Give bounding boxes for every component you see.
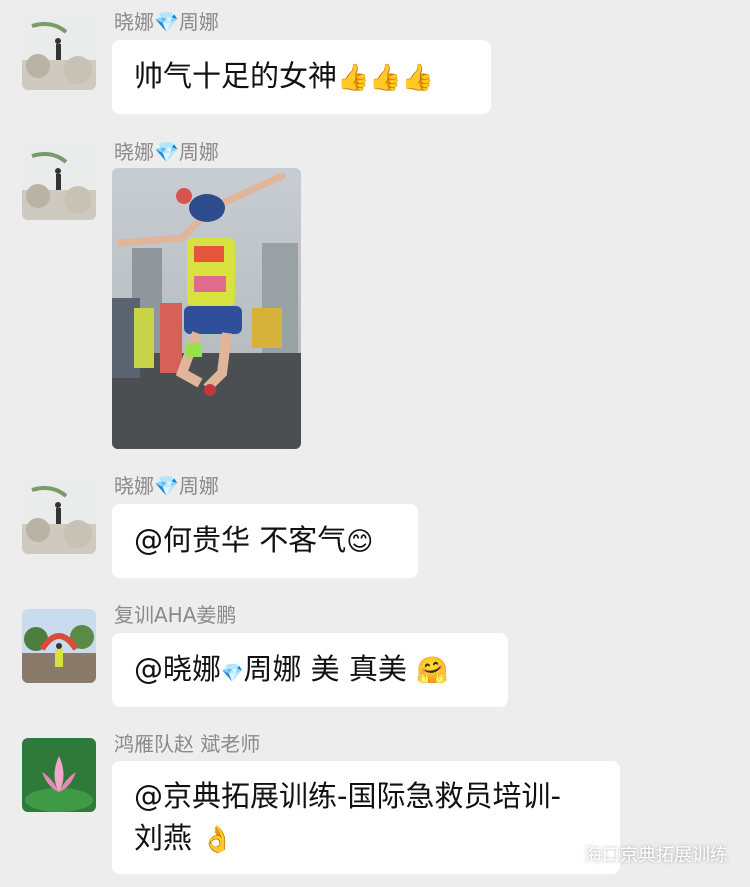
sender-name: 复训AHA姜鹏	[114, 603, 237, 627]
wechat-icon	[550, 845, 575, 863]
message-text-suffix: 周娜 美 真美	[243, 652, 407, 686]
message-bubble[interactable]: @晓娜💎周娜 美 真美 🤗	[112, 633, 508, 707]
thumbs-up-icon: 👍👍👍	[337, 63, 435, 93]
message-text-prefix: @晓娜	[134, 652, 222, 686]
chat-message: 晓娜💎周娜	[0, 130, 750, 460]
message-bubble[interactable]: @何贵华 不客气😊	[112, 504, 418, 578]
avatar[interactable]	[22, 16, 96, 90]
chat-message: 晓娜💎周娜 @何贵华 不客气😊	[0, 466, 750, 586]
chat-message: 晓娜💎周娜 帅气十足的女神👍👍👍	[0, 0, 750, 120]
watermark: 海口京典拓展训练	[550, 841, 728, 867]
gem-icon: 💎	[221, 663, 244, 684]
avatar-image-lotus	[22, 738, 96, 812]
avatar-image-rocks	[22, 480, 96, 554]
chat-message: 复训AHA姜鹏 @晓娜💎周娜 美 真美 🤗	[0, 595, 750, 715]
message-text-line-2: 刘燕	[134, 821, 193, 855]
watermark-text: 海口京典拓展训练	[584, 845, 728, 866]
chat-page: 晓娜💎周娜 帅气十足的女神👍👍👍 晓娜💎周娜 晓娜💎周娜 @何贵华 不客气😊 复…	[0, 0, 750, 887]
message-photo[interactable]	[112, 168, 301, 449]
sender-name: 鸿雁队赵 斌老师	[114, 732, 261, 756]
message-bubble[interactable]: @京典拓展训练-国际急救员培训- 刘燕 👌	[112, 761, 620, 874]
message-text: @何贵华 不客气	[134, 523, 347, 557]
sender-name: 晓娜💎周娜	[114, 474, 219, 498]
hug-face-icon: 🤗	[416, 656, 449, 686]
runner-photo	[112, 168, 301, 449]
avatar-image-runner	[22, 609, 96, 683]
message-text-line-1: @京典拓展训练-国际急救员培训-	[134, 779, 561, 813]
avatar[interactable]	[22, 146, 96, 220]
avatar[interactable]	[22, 738, 96, 812]
message-bubble[interactable]: 帅气十足的女神👍👍👍	[112, 40, 491, 114]
ok-hand-icon: 👌	[201, 825, 234, 855]
avatar-image-rocks	[22, 16, 96, 90]
sender-name: 晓娜💎周娜	[114, 10, 219, 34]
avatar[interactable]	[22, 480, 96, 554]
message-text: 帅气十足的女神	[134, 59, 338, 93]
avatar-image-rocks	[22, 146, 96, 220]
smile-icon: 😊	[346, 527, 374, 557]
avatar[interactable]	[22, 609, 96, 683]
sender-name: 晓娜💎周娜	[114, 140, 219, 164]
